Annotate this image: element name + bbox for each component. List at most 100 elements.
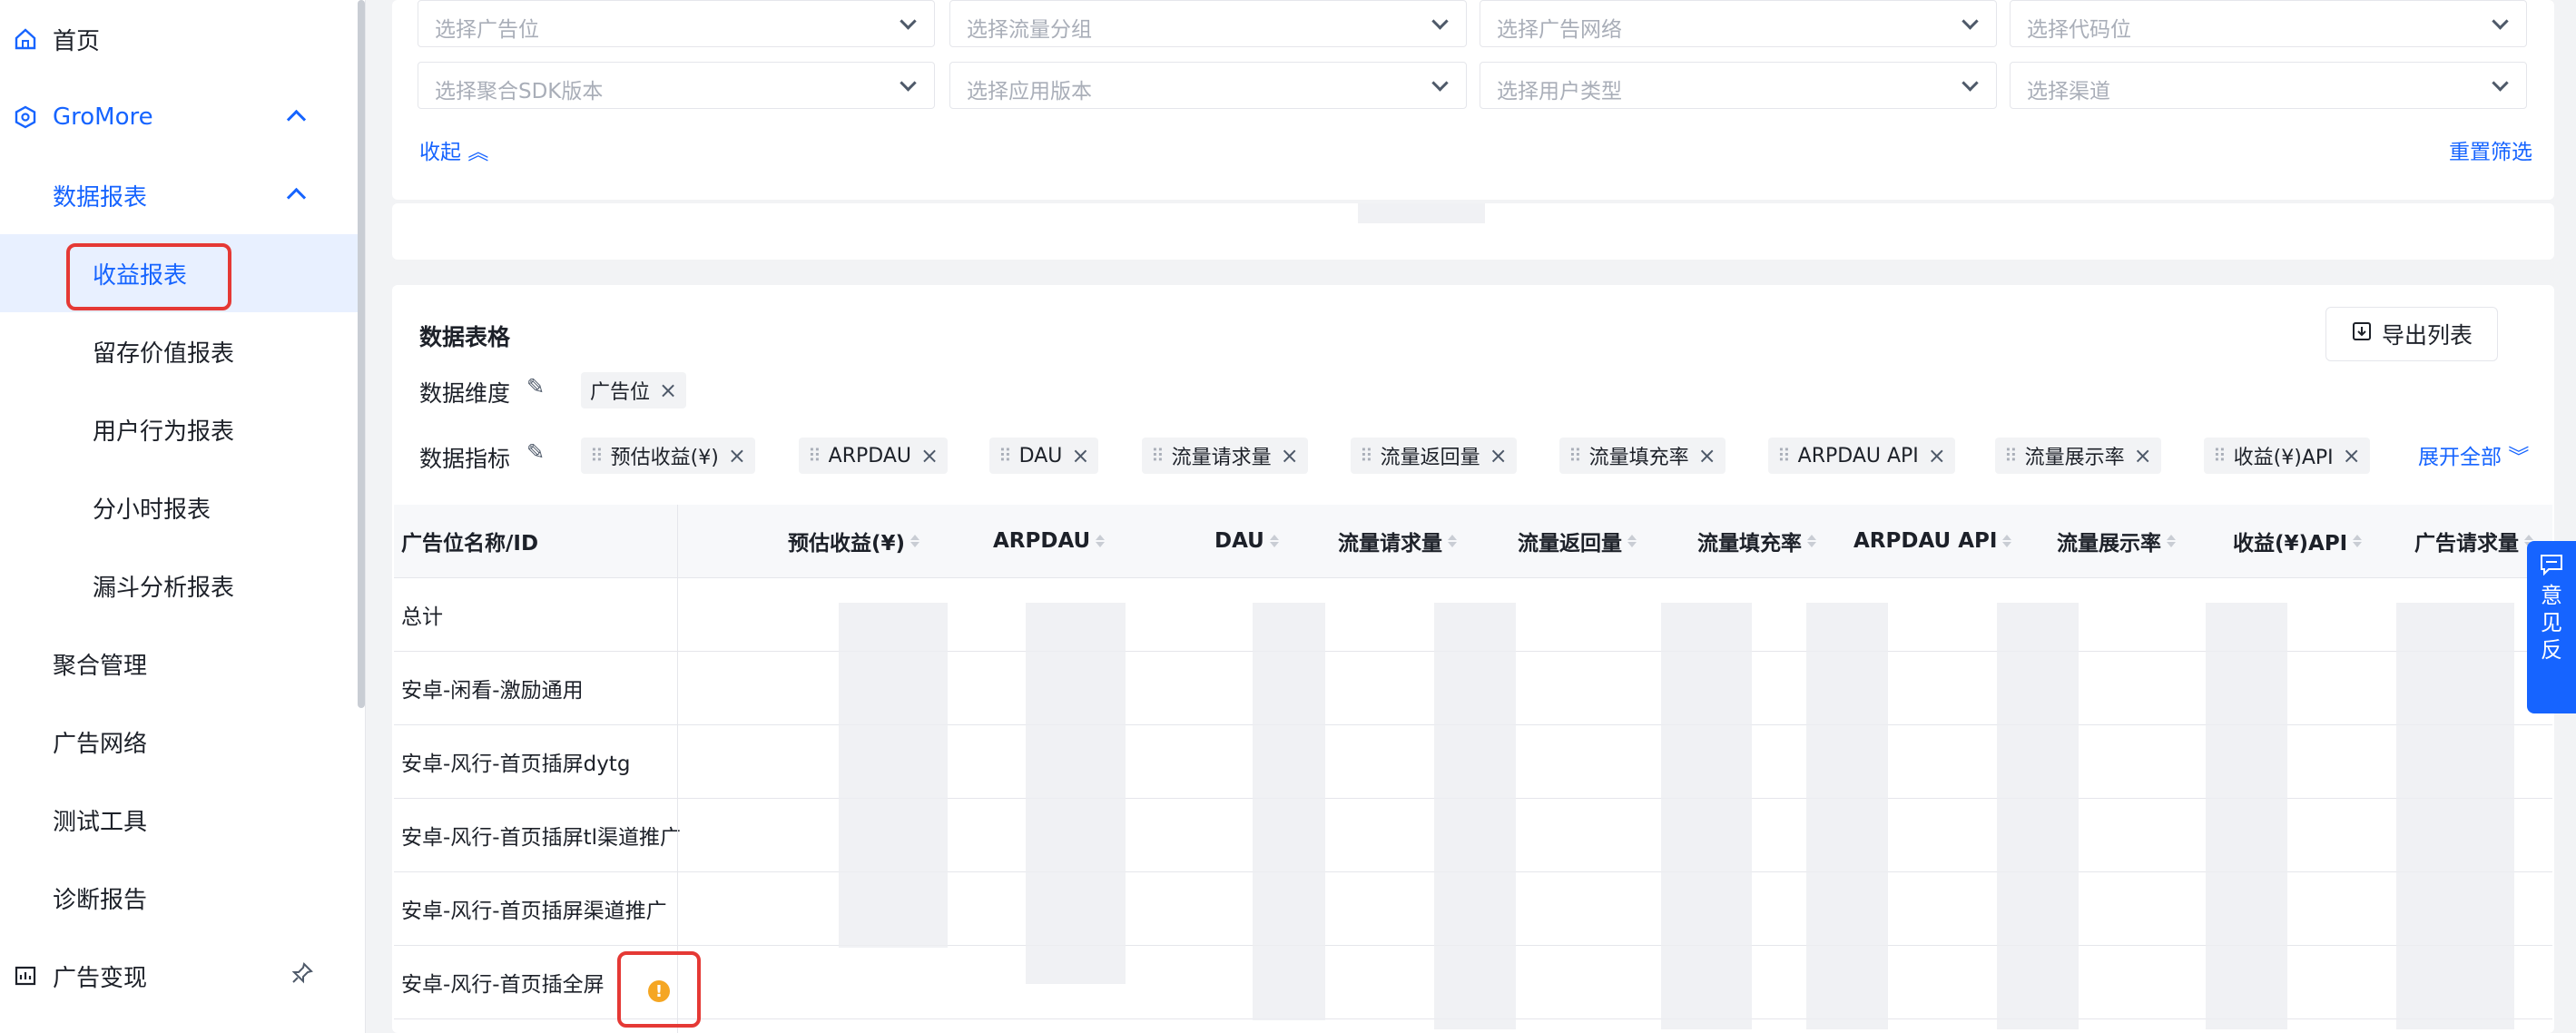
drag-handle-icon[interactable]: ⠿ — [1777, 445, 1791, 467]
sidebar-item-home[interactable]: 首页 — [0, 0, 358, 78]
sidebar-item-hourly-report[interactable]: 分小时报表 — [0, 468, 358, 546]
channel-select[interactable]: 选择渠道 — [2010, 62, 2527, 109]
filter-card: 选择广告位 选择流量分组 选择广告网络 选择代码位 选择聚合SDK版本 选择应用… — [392, 0, 2554, 200]
tag-label: 收益(¥)API — [2233, 447, 2334, 469]
column-header-impression-rate[interactable]: 流量展示率 — [2057, 505, 2176, 577]
column-header-traffic-requests[interactable]: 流量请求量 — [1338, 505, 1457, 577]
select-placeholder: 选择流量分组 — [967, 18, 1092, 42]
sidebar-item-label: 数据报表 — [53, 183, 148, 212]
sidebar-item-funnel-report[interactable]: 漏斗分析报表 — [0, 546, 358, 625]
sort-icon[interactable] — [2167, 535, 2176, 547]
metric-tag: ⠿ 预估收益(¥) × — [581, 438, 755, 474]
column-header-estimated-income[interactable]: 预估收益(¥) — [788, 505, 920, 577]
app-version-select[interactable]: 选择应用版本 — [949, 62, 1467, 109]
expand-all-link[interactable]: 展开全部 ︾ — [2418, 439, 2529, 470]
sidebar-item-label: 留存价值报表 — [93, 339, 235, 368]
sidebar-item-test-tools[interactable]: 测试工具 — [0, 781, 358, 859]
close-icon[interactable]: × — [1281, 443, 1299, 468]
drag-handle-icon[interactable]: ⠿ — [590, 445, 604, 467]
edit-dimension-icon[interactable]: ✎ — [526, 374, 545, 399]
close-icon[interactable]: × — [2343, 443, 2361, 468]
sidebar-item-label: GroMore — [53, 103, 153, 131]
gromore-icon — [13, 104, 38, 130]
tag-label: DAU — [1018, 444, 1063, 467]
sort-icon[interactable] — [2002, 535, 2012, 547]
chat-icon — [2540, 554, 2563, 582]
drag-handle-icon[interactable]: ⠿ — [2004, 445, 2018, 467]
chevrons-up-icon: ︽ — [467, 141, 489, 164]
column-header-dau[interactable]: DAU — [1214, 505, 1279, 577]
sort-icon[interactable] — [1627, 535, 1637, 547]
drag-handle-icon[interactable]: ⠿ — [1151, 445, 1165, 467]
drag-handle-icon[interactable]: ⠿ — [1568, 445, 1582, 467]
tag-label: ARPDAU — [828, 444, 911, 467]
sidebar-item-ad-network[interactable]: 广告网络 — [0, 703, 358, 781]
column-header-arpdau-api[interactable]: ARPDAU API — [1853, 505, 2012, 577]
chevron-down-icon — [900, 13, 917, 30]
chevron-down-icon — [1431, 74, 1449, 92]
sidebar-item-diagnosis[interactable]: 诊断报告 — [0, 859, 358, 937]
metric-tag: ⠿ ARPDAU × — [799, 438, 949, 474]
metric-tag: ⠿ ARPDAU API × — [1768, 438, 1955, 474]
collapse-link[interactable]: 收起 ︽ — [419, 134, 488, 165]
column-header-income-api[interactable]: 收益(¥)API — [2233, 505, 2363, 577]
drag-handle-icon[interactable]: ⠿ — [1360, 445, 1373, 467]
export-button[interactable]: 导出列表 — [2325, 307, 2498, 361]
sidebar-item-mediation[interactable]: 聚合管理 — [0, 625, 358, 703]
sidebar-item-user-behavior-report[interactable]: 用户行为报表 — [0, 390, 358, 468]
user-type-select[interactable]: 选择用户类型 — [1480, 62, 1997, 109]
metric-tag: ⠿ 收益(¥)API × — [2204, 438, 2370, 474]
column-label: 流量填充率 — [1697, 532, 1802, 556]
feedback-label: 反 — [2541, 637, 2562, 663]
sort-icon[interactable] — [910, 535, 920, 547]
metric-tag: ⠿ DAU × — [989, 438, 1099, 474]
blurred-content — [1434, 603, 1516, 1029]
close-icon[interactable]: × — [1071, 443, 1089, 468]
sidebar-item-ad-monetization[interactable]: 广告变现 — [0, 937, 358, 1015]
sdk-version-select[interactable]: 选择聚合SDK版本 — [418, 62, 935, 109]
reset-filters-link[interactable]: 重置筛选 — [2449, 134, 2532, 165]
sort-icon[interactable] — [1096, 535, 1106, 547]
adslot-select[interactable]: 选择广告位 — [418, 0, 935, 47]
ad-network-select[interactable]: 选择广告网络 — [1480, 0, 1997, 47]
tag-label: 流量展示率 — [2024, 447, 2125, 469]
sort-icon[interactable] — [1807, 535, 1816, 547]
sidebar-scrollbar[interactable] — [358, 0, 365, 708]
column-header-traffic-returns[interactable]: 流量返回量 — [1518, 505, 1637, 577]
close-icon[interactable]: × — [1698, 443, 1716, 468]
close-icon[interactable]: × — [920, 443, 939, 468]
sort-icon[interactable] — [1269, 535, 1279, 547]
column-header-arpdau[interactable]: ARPDAU — [993, 505, 1106, 577]
code-slot-select[interactable]: 选择代码位 — [2010, 0, 2527, 47]
column-header-fill-rate[interactable]: 流量填充率 — [1697, 505, 1816, 577]
sidebar-item-retention-report[interactable]: 留存价值报表 — [0, 312, 358, 390]
blurred-content — [1026, 603, 1126, 984]
chevron-down-icon — [1961, 13, 1979, 30]
drag-handle-icon[interactable]: ⠿ — [998, 445, 1012, 467]
metric-tag: ⠿ 流量返回量 × — [1351, 438, 1517, 474]
chevron-down-icon — [1961, 74, 1979, 92]
table-header: 广告位名称/ID 预估收益(¥) ARPDAU DAU 流量请求量 流量返回量 … — [394, 505, 2552, 578]
close-icon[interactable]: × — [1490, 443, 1508, 468]
column-header-ad-requests[interactable]: 广告请求量 — [2414, 505, 2533, 577]
edit-metric-icon[interactable]: ✎ — [526, 439, 545, 465]
sidebar-item-data-reports[interactable]: 数据报表 — [0, 156, 358, 234]
feedback-button[interactable]: 意 见 反 — [2527, 541, 2576, 713]
drag-handle-icon[interactable]: ⠿ — [808, 445, 821, 467]
close-icon[interactable]: × — [659, 378, 677, 403]
close-icon[interactable]: × — [1928, 443, 1946, 468]
drag-handle-icon[interactable]: ⠿ — [2213, 445, 2227, 467]
pin-icon[interactable] — [290, 961, 314, 991]
close-icon[interactable]: × — [728, 443, 746, 468]
select-placeholder: 选择应用版本 — [967, 80, 1092, 103]
column-label: ARPDAU — [993, 529, 1091, 553]
select-placeholder: 选择广告网络 — [1497, 18, 1622, 42]
close-icon[interactable]: × — [2134, 443, 2152, 468]
sort-icon[interactable] — [1448, 535, 1457, 547]
sidebar-item-gromore[interactable]: GroMore — [0, 78, 358, 156]
column-label: ARPDAU API — [1853, 529, 1998, 553]
table-title: 数据表格 — [419, 324, 511, 350]
sort-icon[interactable] — [2353, 535, 2363, 547]
chevrons-down-icon: ︾ — [2508, 446, 2530, 469]
traffic-group-select[interactable]: 选择流量分组 — [949, 0, 1467, 47]
